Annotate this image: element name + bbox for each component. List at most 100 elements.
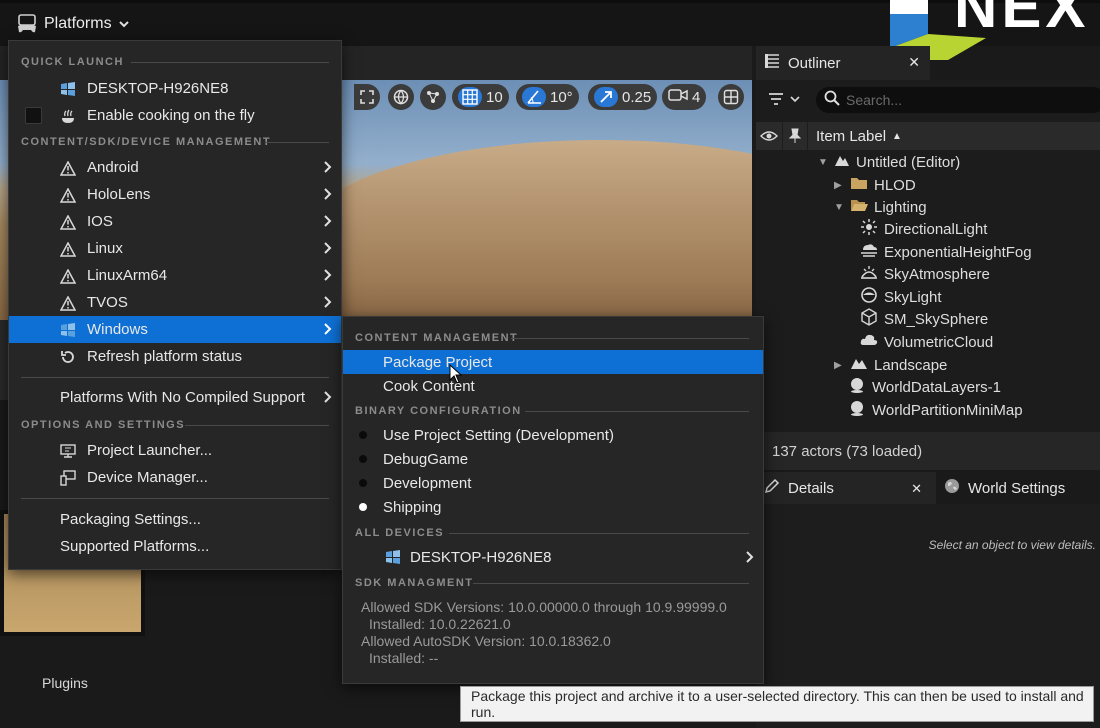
radio-dot[interactable]	[359, 479, 367, 487]
close-icon[interactable]: ✕	[908, 54, 920, 71]
chevron-right-icon	[323, 160, 333, 178]
maximize-icon[interactable]	[354, 84, 380, 110]
item-label-column[interactable]: Item Label ▲	[808, 128, 902, 145]
menu-item-device-manager[interactable]: Device Manager...	[9, 464, 341, 491]
section-header: BINARY CONFIGURATION	[355, 404, 522, 418]
cook-on-fly-checkbox[interactable]	[25, 107, 42, 124]
menu-item-label: Development	[383, 475, 472, 492]
folder-open-icon	[850, 198, 868, 216]
platforms-button[interactable]: Platforms	[16, 10, 130, 38]
details-tab-label: Details	[788, 479, 834, 497]
menu-item-project-launcher[interactable]: Project Launcher...	[9, 437, 341, 464]
config-option-shipping[interactable]: Shipping	[343, 495, 763, 519]
menu-divider	[21, 377, 329, 378]
menu-item-android[interactable]: Android	[9, 154, 341, 181]
section-divider	[449, 533, 749, 534]
cloud-icon	[860, 332, 878, 352]
config-option-debuggame[interactable]: DebugGame	[343, 447, 763, 471]
scale-icon	[594, 87, 618, 107]
tree-item-label: VolumetricCloud	[884, 333, 994, 351]
world-settings-label: World Settings	[968, 479, 1066, 497]
tree-item-landscape[interactable]: ▶ Landscape	[834, 354, 947, 376]
menu-item-supported-platforms[interactable]: Supported Platforms...	[9, 533, 341, 560]
menu-item-refresh[interactable]: Refresh platform status	[9, 343, 341, 370]
section-divider	[473, 583, 749, 584]
camera-speed-control[interactable]: 4	[662, 84, 707, 110]
scale-snap-value: 0.25	[622, 88, 652, 106]
close-icon[interactable]: ✕	[911, 481, 922, 497]
package-project-item[interactable]: Package Project	[343, 350, 763, 374]
device-item[interactable]: DESKTOP-H926NE8	[343, 545, 763, 569]
expand-down-icon[interactable]: ▼	[834, 202, 844, 213]
layout-icon[interactable]	[718, 84, 744, 110]
tab-details[interactable]: Details ✕	[756, 472, 936, 504]
menu-item-ios[interactable]: IOS	[9, 208, 341, 235]
search-input[interactable]	[846, 92, 1086, 108]
menu-item-linux[interactable]: Linux	[9, 235, 341, 262]
chevron-right-icon	[323, 187, 333, 205]
rotation-snap-control[interactable]: 10°	[516, 84, 579, 110]
tree-item-lighting[interactable]: ▼ Lighting	[834, 196, 927, 218]
menu-item-windows[interactable]: Windows	[9, 316, 341, 343]
menu-item-linuxarm64[interactable]: LinuxArm64	[9, 262, 341, 289]
quick-launch-header: QUICK LAUNCH	[21, 56, 124, 68]
expand-right-icon[interactable]: ▶	[834, 360, 844, 371]
menu-divider	[21, 498, 329, 499]
tree-item-world[interactable]: ▼ Untitled (Editor)	[818, 151, 960, 173]
tree-item-exponentialheightfog[interactable]: ExponentialHeightFog	[860, 241, 1032, 263]
tree-item-label: SkyAtmosphere	[884, 265, 990, 283]
tab-world-settings[interactable]: World Settings	[936, 472, 1065, 504]
eye-icon[interactable]	[756, 130, 782, 142]
tab-outliner[interactable]: Outliner ✕	[756, 46, 930, 80]
tree-item-skylight[interactable]: SkyLight	[860, 286, 942, 308]
tree-item-label: HLOD	[874, 176, 916, 194]
windows-device-icon	[59, 321, 77, 339]
warning-icon	[59, 294, 77, 312]
tree-item-skyatmosphere[interactable]: SkyAtmosphere	[860, 263, 990, 285]
menu-item-device[interactable]: DESKTOP-H926NE8	[9, 75, 341, 102]
pin-icon[interactable]	[782, 122, 808, 150]
radio-dot-selected[interactable]	[359, 503, 367, 511]
menu-item-label: Platforms With No Compiled Support	[60, 389, 306, 406]
tree-item-label: Lighting	[874, 198, 927, 216]
section-header: ALL DEVICES	[355, 526, 444, 540]
mouse-cursor	[449, 363, 463, 389]
menu-item-tvos[interactable]: TVOS	[9, 289, 341, 316]
chevron-right-icon	[323, 214, 333, 232]
menu-item-hololens[interactable]: HoloLens	[9, 181, 341, 208]
menu-item-cook-on-fly[interactable]: Enable cooking on the fly	[9, 102, 341, 129]
globe-icon[interactable]	[388, 84, 414, 110]
menu-item-packaging-settings[interactable]: Packaging Settings...	[9, 506, 341, 533]
steam-cook-icon	[59, 107, 77, 125]
tree-item-volumetriccloud[interactable]: VolumetricCloud	[860, 331, 993, 353]
plugins-label[interactable]: Plugins	[42, 675, 88, 691]
tree-item-worldpartitionminimap[interactable]: WorldPartitionMiniMap	[848, 399, 1023, 421]
config-option-development[interactable]: Development	[343, 471, 763, 495]
tree-item-sm-skysphere[interactable]: SM_SkySphere	[860, 308, 988, 330]
device-manager-icon	[59, 469, 77, 487]
menu-item-label: Package Project	[383, 354, 493, 371]
warning-icon	[59, 213, 77, 231]
camera-icon	[668, 87, 688, 107]
menu-item-label: Android	[87, 159, 139, 176]
chevron-right-icon	[323, 295, 333, 313]
grid-snap-control[interactable]: 10	[452, 84, 509, 110]
snap-surface-icon[interactable]	[420, 84, 446, 110]
tree-item-worlddatalayers[interactable]: WorldDataLayers-1	[848, 376, 1001, 398]
menu-item-no-compiled-support[interactable]: Platforms With No Compiled Support	[9, 384, 341, 411]
radio-dot[interactable]	[359, 455, 367, 463]
config-option-project-setting[interactable]: Use Project Setting (Development)	[343, 423, 763, 447]
scale-snap-control[interactable]: 0.25	[588, 84, 658, 110]
warning-icon	[59, 186, 77, 204]
content-header: CONTENT/SDK/DEVICE MANAGEMENT	[21, 136, 272, 148]
tree-item-directionallight[interactable]: DirectionalLight	[860, 218, 987, 240]
sdk-allowed-versions: Allowed SDK Versions: 10.0.00000.0 throu…	[361, 599, 727, 615]
menu-item-label: Refresh platform status	[87, 348, 243, 365]
cook-content-item[interactable]: Cook Content	[343, 374, 763, 398]
filter-button[interactable]	[768, 92, 800, 106]
expand-down-icon[interactable]: ▼	[818, 157, 828, 168]
expand-right-icon[interactable]: ▶	[834, 180, 844, 191]
outliner-search-box[interactable]	[816, 87, 1100, 113]
tree-item-hlod[interactable]: ▶ HLOD	[834, 174, 916, 196]
radio-dot[interactable]	[359, 431, 367, 439]
